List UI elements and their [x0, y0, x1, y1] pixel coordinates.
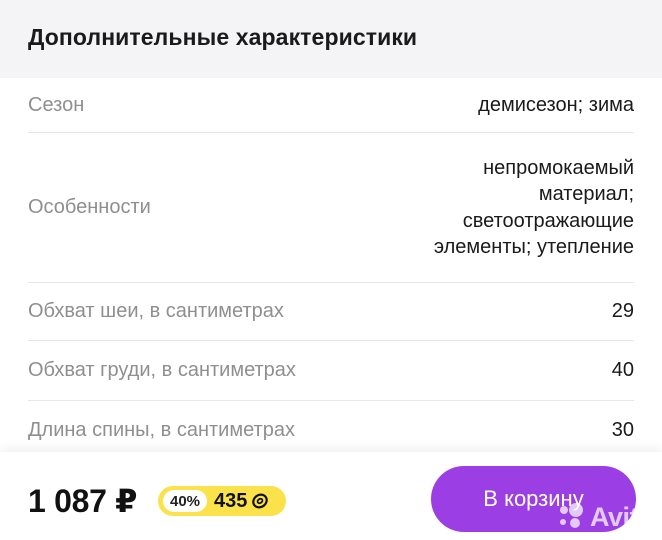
bonus-coin-icon [251, 492, 269, 510]
specs-list: Сезон демисезон; зима Особенности непром… [28, 78, 634, 460]
spec-row-features: Особенности непромокаемый материал; свет… [28, 133, 634, 283]
spec-label: Длина спины, в сантиметрах [28, 418, 295, 441]
bonus-amount: 435 [214, 489, 248, 512]
spec-value: 30 [611, 418, 634, 441]
spec-label: Обхват груди, в сантиметрах [28, 359, 296, 381]
avito-logo-icon [556, 500, 586, 535]
spec-label: Обхват шеи, в сантиметрах [28, 300, 284, 322]
bonus-percent: 40% [163, 490, 208, 512]
section-header: Дополнительные характеристики [0, 0, 662, 78]
spec-row-neck: Обхват шеи, в сантиметрах 29 [28, 283, 634, 341]
spec-label: Особенности [28, 196, 151, 218]
spec-row-chest: Обхват груди, в сантиметрах 40 [28, 341, 634, 401]
avito-watermark: Avito [556, 500, 656, 534]
spec-value: демисезон; зима [478, 93, 634, 116]
section-title: Дополнительные характеристики [28, 24, 418, 50]
spec-value: 29 [611, 300, 634, 323]
spec-label: Сезон [28, 93, 85, 116]
spec-row-season: Сезон демисезон; зима [28, 78, 634, 133]
spec-value: 40 [611, 359, 634, 382]
watermark-text: Avito [590, 501, 655, 532]
price: 1 087 ₽ [28, 483, 138, 519]
bonus-badge[interactable]: 40% 435 [158, 486, 286, 516]
spec-value: непромокаемый материал; светоотражающие … [433, 156, 634, 259]
